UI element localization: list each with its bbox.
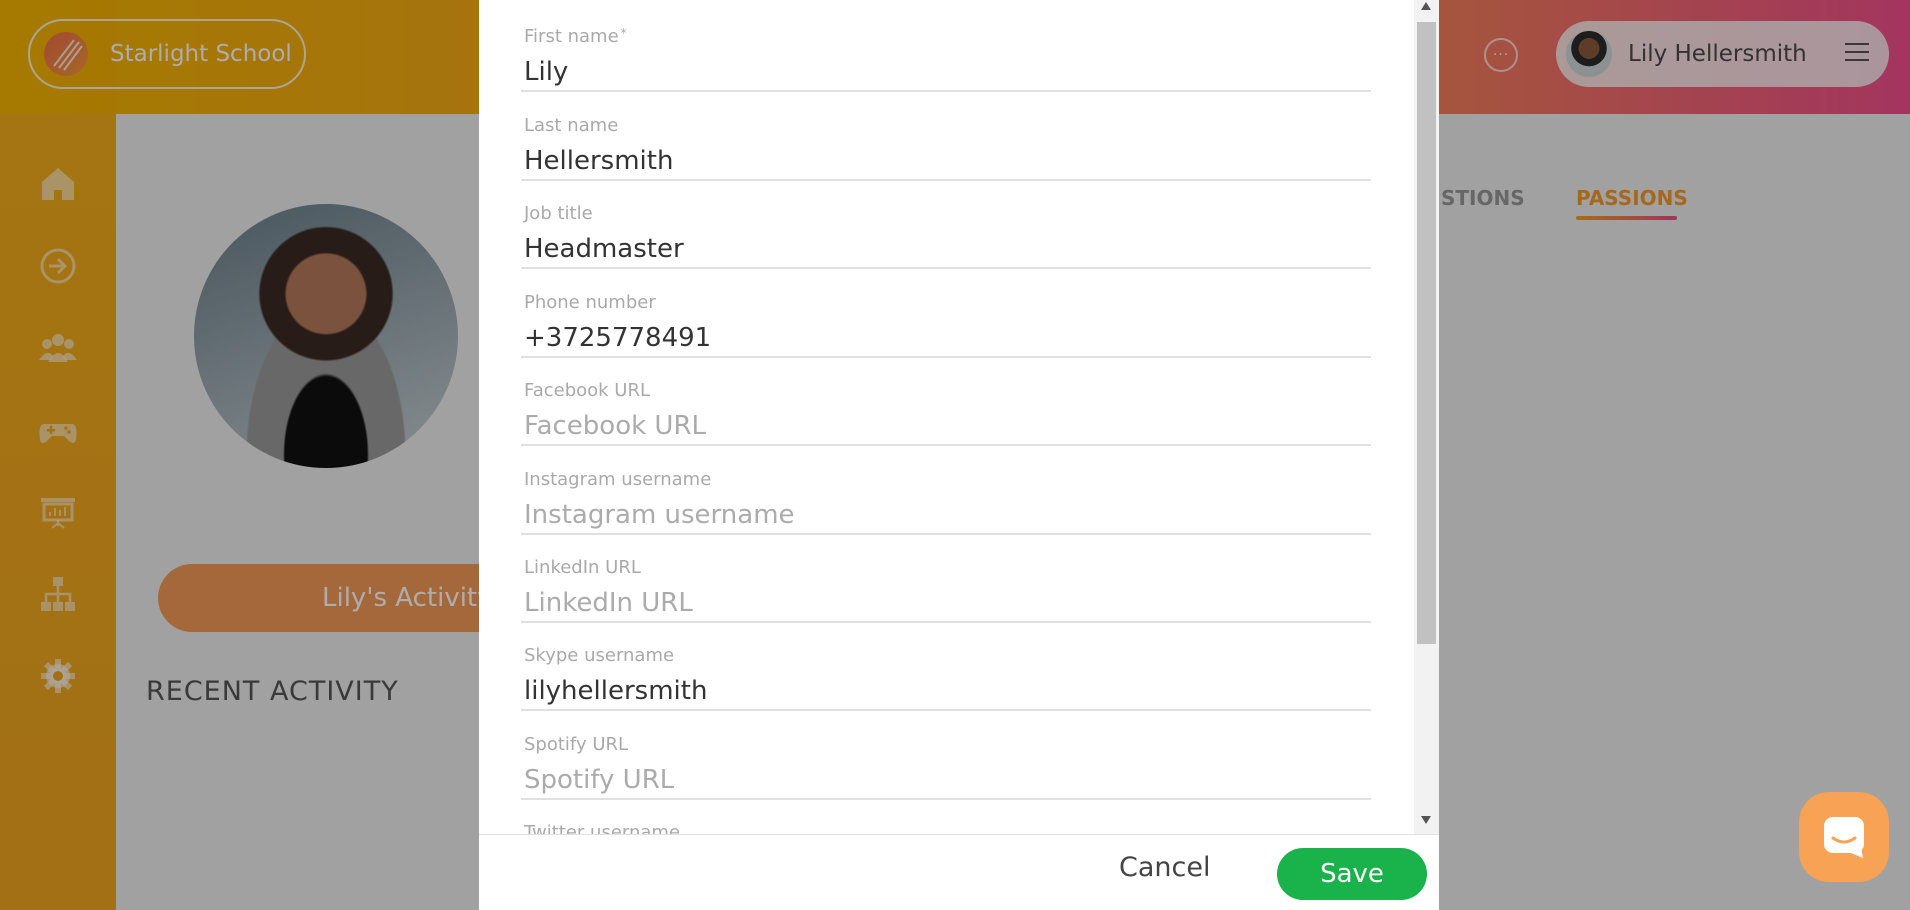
facebook-url-field: Facebook URL (521, 358, 1371, 446)
form-scroll-area[interactable]: First name* Last name Job title Phone nu… (479, 0, 1414, 834)
edit-profile-modal: First name* Last name Job title Phone nu… (479, 0, 1439, 910)
cancel-button[interactable]: Cancel (1119, 852, 1210, 883)
facebook-url-input[interactable] (521, 408, 1371, 444)
modal-scrollbar[interactable] (1414, 0, 1439, 834)
field-label: Phone number (524, 292, 656, 313)
save-button[interactable]: Save (1277, 848, 1427, 900)
last-name-input[interactable] (521, 143, 1371, 179)
spotify-url-field: Spotify URL (521, 712, 1371, 800)
phone-number-input[interactable] (521, 320, 1371, 356)
skype-username-input[interactable] (521, 673, 1371, 709)
field-label: Instagram username (524, 469, 712, 490)
scrollbar-thumb[interactable] (1417, 22, 1436, 644)
field-label: Facebook URL (524, 380, 651, 401)
first-name-field: First name * (521, 4, 1371, 92)
last-name-field: Last name (521, 93, 1371, 181)
scroll-down-arrow-icon[interactable] (1421, 816, 1431, 824)
field-label: Last name (524, 115, 619, 136)
job-title-input[interactable] (521, 231, 1371, 267)
instagram-username-field: Instagram username (521, 447, 1371, 535)
instagram-username-input[interactable] (521, 497, 1371, 533)
chat-widget-button[interactable] (1799, 792, 1889, 882)
field-label: Skype username (524, 645, 675, 666)
field-label: Twitter username (524, 822, 681, 834)
spotify-url-input[interactable] (521, 762, 1371, 798)
field-label: Job title (524, 203, 593, 224)
modal-footer: Cancel Save (479, 834, 1439, 910)
field-label: First name * (524, 26, 627, 47)
field-label: LinkedIn URL (524, 557, 641, 578)
field-label: Spotify URL (524, 734, 629, 755)
first-name-input[interactable] (521, 54, 1371, 90)
job-title-field: Job title (521, 181, 1371, 269)
phone-number-field: Phone number (521, 270, 1371, 358)
linkedin-url-field: LinkedIn URL (521, 535, 1371, 623)
scroll-up-arrow-icon[interactable] (1421, 2, 1431, 10)
skype-username-field: Skype username (521, 623, 1371, 711)
chat-icon (1824, 817, 1864, 858)
linkedin-url-input[interactable] (521, 585, 1371, 621)
twitter-username-field: Twitter username (521, 800, 1371, 834)
